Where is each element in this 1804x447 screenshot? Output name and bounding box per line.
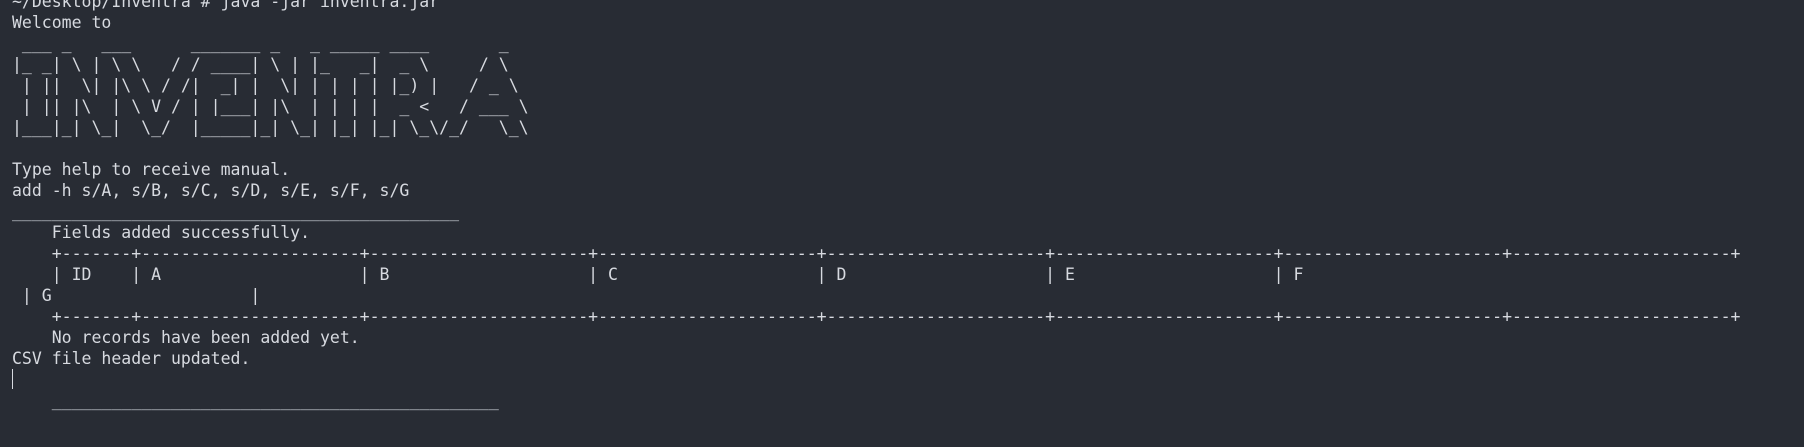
user-command-line: add -h s/A, s/B, s/C, s/D, s/E, s/F, s/G: [12, 181, 410, 200]
terminal-window[interactable]: ~/Desktop/Inventra # java -jar inventra.…: [0, 0, 1804, 447]
welcome-text: Welcome to: [12, 13, 112, 32]
records-table: +-------+----------------------+--------…: [12, 243, 1804, 327]
table-border-bottom: +-------+----------------------+--------…: [12, 307, 1741, 326]
help-hint-text: Type help to receive manual.: [12, 160, 291, 179]
table-header-row: | ID | A | B | C | D | E | F: [12, 265, 1304, 284]
separator-line: ________________________________________…: [12, 202, 460, 221]
success-message: Fields added successfully.: [12, 223, 311, 242]
banner-line: |___|_| \_| \_/ |_____|_| \_| |_| |_| \_…: [12, 118, 529, 137]
banner-line: |_ _| \ | \ \ / / ____| \ | |_ _| _ \ / …: [12, 55, 509, 74]
no-records-message: No records have been added yet.: [12, 328, 360, 347]
final-separator: ________________________________________…: [51, 391, 499, 410]
banner-line: | || \| |\ \ / /| _| | \| | | | | |_) | …: [12, 76, 519, 95]
ascii-banner: ___ _ ___ _______ _ _ _____ ____ _ |_ _|…: [12, 33, 1804, 138]
banner-line: ___ _ ___ _______ _ _ _____ ____ _: [12, 34, 509, 53]
table-border-top: +-------+----------------------+--------…: [12, 244, 1741, 263]
csv-status-message: CSV file header updated.: [12, 349, 251, 368]
text-cursor: [12, 369, 13, 389]
prompt-command-line: ~/Desktop/Inventra # java -jar inventra.…: [12, 0, 440, 11]
banner-line: | || |\ | \ V / | |___| |\ | | | | _ < /…: [12, 97, 529, 116]
input-line[interactable]: ________________________________________…: [12, 369, 1804, 410]
table-header-row-wrap: | G |: [12, 286, 261, 305]
